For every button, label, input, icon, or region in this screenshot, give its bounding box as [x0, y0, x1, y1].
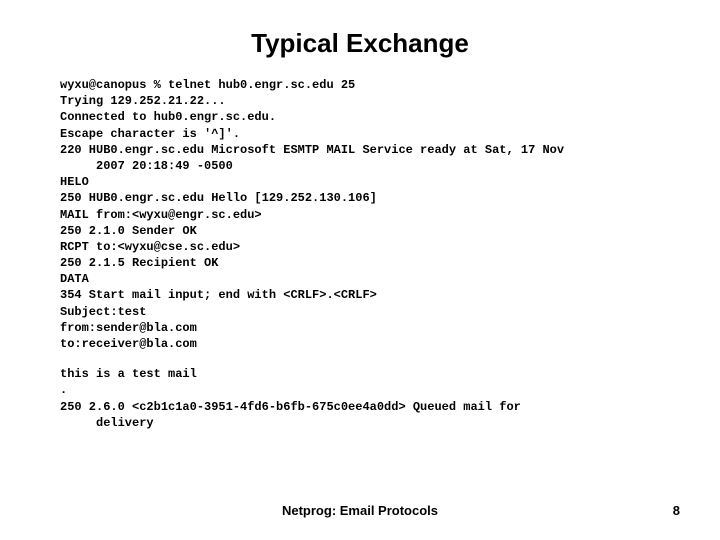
footer-text: Netprog: Email Protocols	[0, 503, 720, 518]
terminal-line: 250 2.6.0 <c2b1c1a0-3951-4fd6-b6fb-675c0…	[60, 399, 660, 415]
terminal-line: wyxu@canopus % telnet hub0.engr.sc.edu 2…	[60, 77, 660, 93]
slide-footer: Netprog: Email Protocols 8	[0, 503, 720, 518]
terminal-line: this is a test mail	[60, 366, 660, 382]
terminal-block-1: wyxu@canopus % telnet hub0.engr.sc.edu 2…	[60, 77, 660, 352]
terminal-line: to:receiver@bla.com	[60, 336, 660, 352]
blank-line-gap	[60, 352, 660, 366]
terminal-line: DATA	[60, 271, 660, 287]
terminal-line: .	[60, 382, 660, 398]
terminal-line: Connected to hub0.engr.sc.edu.	[60, 109, 660, 125]
slide: Typical Exchange wyxu@canopus % telnet h…	[0, 0, 720, 431]
terminal-line: Subject:test	[60, 304, 660, 320]
terminal-block-2: this is a test mail.250 2.6.0 <c2b1c1a0-…	[60, 366, 660, 431]
terminal-line: 354 Start mail input; end with <CRLF>.<C…	[60, 287, 660, 303]
terminal-line: RCPT to:<wyxu@cse.sc.edu>	[60, 239, 660, 255]
terminal-line: 220 HUB0.engr.sc.edu Microsoft ESMTP MAI…	[60, 142, 660, 158]
terminal-line: 250 2.1.5 Recipient OK	[60, 255, 660, 271]
terminal-line: MAIL from:<wyxu@engr.sc.edu>	[60, 207, 660, 223]
terminal-line: from:sender@bla.com	[60, 320, 660, 336]
terminal-line: Trying 129.252.21.22...	[60, 93, 660, 109]
terminal-line: 250 2.1.0 Sender OK	[60, 223, 660, 239]
terminal-line: 250 HUB0.engr.sc.edu Hello [129.252.130.…	[60, 190, 660, 206]
page-number: 8	[673, 503, 680, 518]
terminal-line: HELO	[60, 174, 660, 190]
terminal-line: delivery	[60, 415, 660, 431]
slide-title: Typical Exchange	[60, 28, 660, 59]
terminal-line: 2007 20:18:49 -0500	[60, 158, 660, 174]
terminal-line: Escape character is '^]'.	[60, 126, 660, 142]
